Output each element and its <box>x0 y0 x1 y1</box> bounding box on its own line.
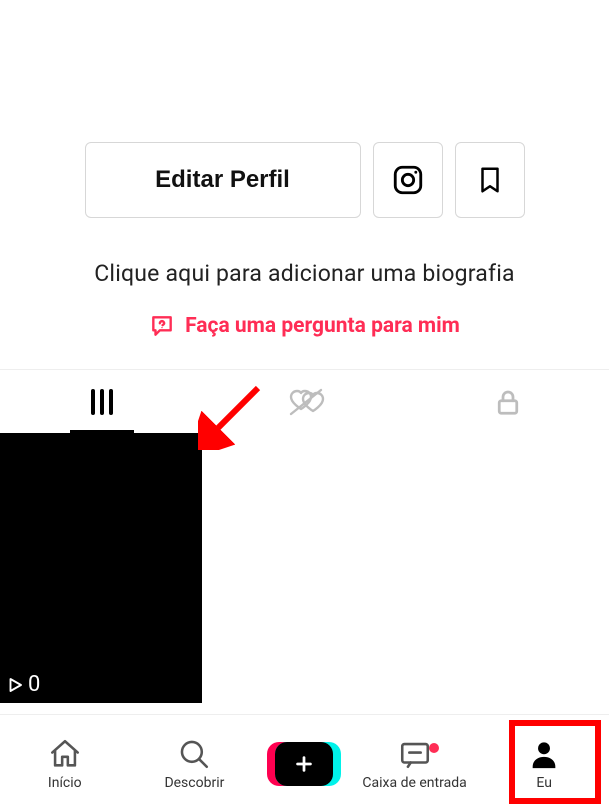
profile-icon <box>527 737 561 771</box>
ask-question-label: Faça uma pergunta para mim <box>185 314 460 338</box>
tab-feed[interactable] <box>0 370 203 433</box>
edit-profile-button[interactable]: Editar Perfil <box>85 142 361 218</box>
play-count-value: 0 <box>28 672 40 697</box>
nav-home-label: Início <box>48 775 82 791</box>
video-grid: 0 <box>0 433 609 703</box>
tab-liked[interactable] <box>203 370 406 433</box>
nav-inbox[interactable]: Caixa de entrada <box>362 737 467 791</box>
nav-create-button[interactable] <box>271 742 337 786</box>
bottom-nav: Início Descobrir <box>0 714 609 812</box>
heart-hidden-icon <box>285 386 325 418</box>
notification-dot-icon <box>429 743 439 753</box>
video-thumbnail[interactable]: 0 <box>0 433 202 703</box>
profile-actions-row: Editar Perfil <box>0 142 609 218</box>
thumbnail-play-count: 0 <box>6 672 40 697</box>
nav-home[interactable]: Início <box>12 737 117 791</box>
search-icon <box>177 737 211 771</box>
nav-discover[interactable]: Descobrir <box>142 737 247 791</box>
nav-inbox-label: Caixa de entrada <box>362 775 466 791</box>
inbox-icon <box>398 737 432 771</box>
instagram-link-button[interactable] <box>373 142 443 218</box>
instagram-icon <box>391 163 425 197</box>
nav-me-label: Eu <box>536 775 552 791</box>
nav-discover-label: Descobrir <box>164 775 224 791</box>
profile-tabs <box>0 369 609 433</box>
question-chat-icon <box>149 313 175 339</box>
plus-icon <box>293 753 315 775</box>
play-icon <box>6 676 24 694</box>
home-icon <box>48 737 82 771</box>
lock-icon <box>493 386 523 418</box>
edit-profile-label: Editar Perfil <box>155 166 290 194</box>
bio-placeholder[interactable]: Clique aqui para adicionar uma biografia <box>0 260 609 287</box>
bookmark-icon <box>475 163 505 197</box>
nav-me[interactable]: Eu <box>492 737 597 791</box>
tab-private[interactable] <box>406 370 609 433</box>
ask-question-button[interactable]: Faça uma pergunta para mim <box>0 313 609 339</box>
bookmarks-button[interactable] <box>455 142 525 218</box>
feed-grid-icon <box>91 389 113 415</box>
